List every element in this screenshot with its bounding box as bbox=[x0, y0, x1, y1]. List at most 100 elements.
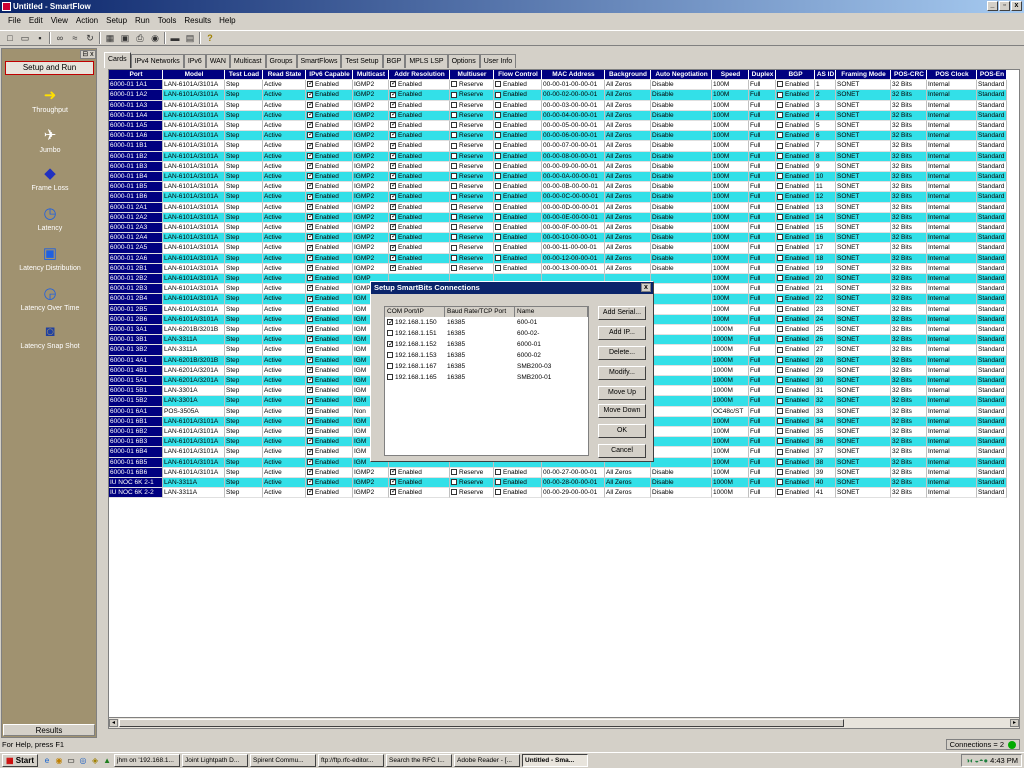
table-cell[interactable]: Step bbox=[225, 406, 263, 417]
table-cell[interactable]: Enabled bbox=[306, 90, 353, 101]
table-cell[interactable]: 00-00-28-00-00-01 bbox=[542, 478, 605, 489]
table-cell[interactable]: 23 bbox=[815, 304, 836, 315]
scroll-thumb[interactable] bbox=[119, 719, 844, 727]
table-cell[interactable]: Step bbox=[225, 314, 263, 325]
table-cell[interactable]: 32 Bits bbox=[891, 212, 927, 223]
table-cell[interactable] bbox=[651, 335, 712, 346]
table-row[interactable]: 6000-01 1A1LAN-6101A/3101AStepActiveEnab… bbox=[109, 80, 1007, 91]
checkbox[interactable] bbox=[390, 80, 397, 89]
table-cell[interactable]: Standard bbox=[977, 416, 1007, 427]
table-cell[interactable]: LAN-6101A/3101A bbox=[163, 223, 225, 234]
checkbox[interactable] bbox=[451, 254, 457, 261]
table-cell[interactable]: 32 Bits bbox=[891, 437, 927, 448]
table-cell[interactable]: 27 bbox=[815, 345, 836, 356]
table-cell[interactable]: Enabled bbox=[389, 478, 450, 489]
table-cell[interactable]: LAN-6201A/3201A bbox=[163, 376, 225, 387]
menu-edit[interactable]: Edit bbox=[25, 14, 47, 28]
checkbox[interactable] bbox=[390, 152, 397, 161]
table-cell[interactable]: SONET bbox=[836, 457, 891, 468]
table-cell[interactable]: Internal bbox=[927, 467, 977, 478]
table-cell[interactable]: 1000M bbox=[712, 355, 749, 366]
table-cell[interactable]: Enabled bbox=[776, 325, 815, 336]
checkbox[interactable] bbox=[777, 458, 783, 465]
table-cell[interactable]: 100M bbox=[712, 263, 749, 274]
table-cell[interactable]: Standard bbox=[977, 192, 1007, 203]
tab-groups[interactable]: Groups bbox=[265, 54, 297, 68]
table-cell[interactable]: 32 Bits bbox=[891, 161, 927, 172]
checkbox[interactable] bbox=[307, 478, 314, 487]
table-cell[interactable]: Enabled bbox=[494, 110, 542, 121]
checkbox[interactable] bbox=[451, 469, 457, 476]
table-cell[interactable]: Enabled bbox=[306, 396, 353, 407]
table-cell[interactable]: Enabled bbox=[389, 467, 450, 478]
table-cell[interactable]: Enabled bbox=[776, 284, 815, 295]
table-cell[interactable]: Standard bbox=[977, 274, 1007, 285]
column-header[interactable]: Test Load bbox=[225, 70, 263, 81]
table-cell[interactable]: Reserve bbox=[450, 233, 494, 244]
checkbox[interactable] bbox=[307, 325, 314, 334]
checkbox[interactable] bbox=[307, 458, 314, 467]
table-cell[interactable]: Enabled bbox=[776, 314, 815, 325]
table-cell[interactable]: 29 bbox=[815, 365, 836, 376]
connection-checkbox[interactable] bbox=[387, 352, 393, 359]
table-cell[interactable]: Active bbox=[263, 243, 306, 254]
table-cell[interactable]: Step bbox=[225, 355, 263, 366]
table-cell[interactable]: Enabled bbox=[776, 416, 815, 427]
table-cell[interactable]: SONET bbox=[836, 263, 891, 274]
table-cell[interactable]: 15 bbox=[815, 223, 836, 234]
checkbox[interactable] bbox=[307, 233, 314, 242]
table-cell[interactable]: IGMP2 bbox=[353, 253, 389, 264]
checkbox[interactable] bbox=[451, 479, 457, 486]
table-cell[interactable]: IGMP2 bbox=[353, 202, 389, 213]
table-cell[interactable]: SONET bbox=[836, 161, 891, 172]
table-cell[interactable]: Step bbox=[225, 396, 263, 407]
checkbox[interactable] bbox=[307, 468, 314, 477]
table-cell[interactable]: LAN-6101A/3101A bbox=[163, 202, 225, 213]
table-cell[interactable]: SONET bbox=[836, 192, 891, 203]
table-cell[interactable]: SONET bbox=[836, 488, 891, 499]
table-cell[interactable]: 6000-01 2A4 bbox=[109, 233, 163, 244]
table-cell[interactable]: 6000-01 2B6 bbox=[109, 314, 163, 325]
table-cell[interactable]: Active bbox=[263, 304, 306, 315]
table-cell[interactable]: 1000M bbox=[712, 335, 749, 346]
table-cell[interactable]: 6000-01 2A1 bbox=[109, 202, 163, 213]
table-cell[interactable]: Enabled bbox=[776, 467, 815, 478]
table-cell[interactable]: Enabled bbox=[494, 131, 542, 142]
table-cell[interactable]: Active bbox=[263, 131, 306, 142]
table-cell[interactable]: Enabled bbox=[306, 406, 353, 417]
checkbox[interactable] bbox=[777, 448, 783, 455]
table-cell[interactable]: Enabled bbox=[776, 100, 815, 111]
column-header[interactable]: Model bbox=[163, 70, 225, 81]
close-button[interactable]: x bbox=[1011, 1, 1022, 11]
table-cell[interactable]: 32 Bits bbox=[891, 151, 927, 162]
table-cell[interactable]: Enabled bbox=[776, 335, 815, 346]
table-cell[interactable]: 1000M bbox=[712, 386, 749, 397]
checkbox[interactable] bbox=[777, 132, 783, 139]
table-cell[interactable]: 00-00-0C-00-00-01 bbox=[542, 192, 605, 203]
checkbox[interactable] bbox=[307, 223, 314, 232]
sidebar-item-latency[interactable]: ◷ Latency bbox=[2, 205, 98, 245]
table-cell[interactable]: All Zeros bbox=[605, 172, 651, 183]
table-cell[interactable]: 16 bbox=[815, 233, 836, 244]
tab-test-setup[interactable]: Test Setup bbox=[341, 54, 383, 68]
table-cell[interactable]: Enabled bbox=[776, 365, 815, 376]
minimize-button[interactable]: _ bbox=[987, 1, 998, 11]
table-cell[interactable]: Disable bbox=[651, 131, 712, 142]
checkbox[interactable] bbox=[307, 386, 314, 395]
table-cell[interactable]: SONET bbox=[836, 80, 891, 91]
table-cell[interactable]: Enabled bbox=[306, 345, 353, 356]
outlook-icon[interactable]: ◉ bbox=[54, 756, 64, 766]
table-cell[interactable]: Standard bbox=[977, 447, 1007, 458]
table-cell[interactable] bbox=[651, 325, 712, 336]
table-cell[interactable]: Active bbox=[263, 467, 306, 478]
checkbox[interactable] bbox=[390, 101, 397, 110]
table-cell[interactable]: Enabled bbox=[389, 182, 450, 193]
table-cell[interactable]: Reserve bbox=[450, 161, 494, 172]
table-cell[interactable]: 9 bbox=[815, 161, 836, 172]
table-cell[interactable]: Step bbox=[225, 100, 263, 111]
table-cell[interactable]: Active bbox=[263, 110, 306, 121]
open-icon[interactable]: ▭ bbox=[19, 32, 31, 44]
table-cell[interactable]: Internal bbox=[927, 172, 977, 183]
checkbox[interactable] bbox=[307, 111, 314, 120]
checkbox[interactable] bbox=[777, 275, 783, 282]
